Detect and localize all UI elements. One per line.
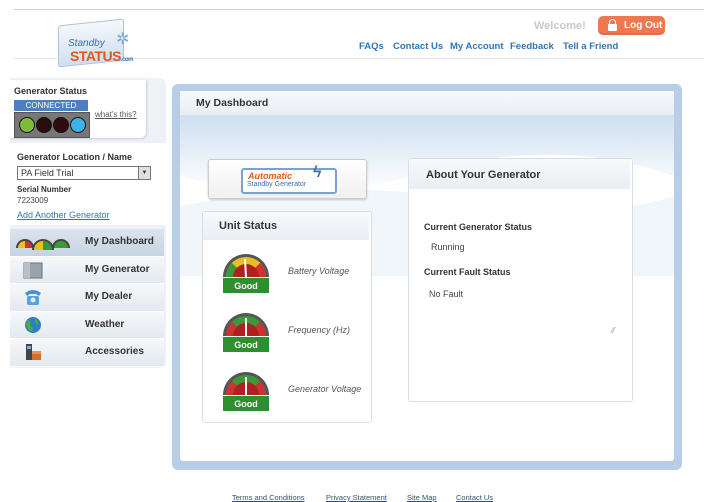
green-light-icon <box>19 117 35 133</box>
current-status-value: Running <box>431 242 465 252</box>
about-generator-card <box>408 158 633 402</box>
standby-status-logo[interactable]: Standby STATUS.com ✲ <box>56 18 133 68</box>
unit-status-title: Unit Status <box>219 220 278 232</box>
sidebar-menu: My Dashboard My Generator My Dealer Weat… <box>10 229 164 367</box>
nav-feedback[interactable]: Feedback <box>510 41 554 52</box>
gauge-status: Good <box>234 340 258 350</box>
gear-icon: ✲ <box>116 31 130 48</box>
telephone-icon <box>25 290 41 305</box>
red-light-icon <box>53 117 69 133</box>
sidebar-item-my-dealer[interactable]: My Dealer <box>10 284 164 312</box>
generator-icon <box>23 262 43 278</box>
status-lights <box>14 112 90 138</box>
logo-text-status: STATUS.com <box>70 48 133 64</box>
nav-my-account[interactable]: My Account <box>450 41 503 52</box>
dropdown-arrow-icon[interactable]: ▼ <box>138 167 150 179</box>
gauge-dial-icon: Good <box>223 372 269 411</box>
nav-tell-a-friend[interactable]: Tell a Friend <box>563 41 618 52</box>
battery-voltage-gauge: Good <box>221 245 271 295</box>
gauge-status: Good <box>234 281 258 291</box>
logout-button[interactable]: Log Out <box>598 16 665 35</box>
nav-contact-us[interactable]: Contact Us <box>393 41 443 52</box>
fault-status-label: Current Fault Status <box>424 267 511 277</box>
serial-number-value: 7223009 <box>17 196 49 205</box>
sidebar-item-label: Accessories <box>85 346 144 357</box>
logo-text-suffix: .com <box>120 57 134 63</box>
dashboard-gauges-icon <box>16 239 70 250</box>
globe-icon <box>25 316 41 333</box>
sidebar-item-label: My Generator <box>85 263 150 275</box>
page-title: My Dashboard <box>196 97 269 109</box>
lock-icon <box>608 19 617 31</box>
sidebar-item-label: Weather <box>85 318 125 330</box>
generator-status-label: Generator Status <box>14 86 88 96</box>
sidebar-item-accessories[interactable]: Accessories <box>10 339 164 367</box>
automatic-standby-generator-logo: Automatic Standby Generator ϟ <box>208 159 367 199</box>
battery-voltage-label: Battery Voltage <box>288 266 350 276</box>
resize-handle-icon[interactable]: ⁄⁄ <box>612 326 615 335</box>
fault-status-value: No Fault <box>429 289 464 299</box>
lightning-bolt-icon: ϟ <box>313 164 322 181</box>
location-select-value: PA Field Trial <box>21 168 74 178</box>
add-generator-link[interactable]: Add Another Generator <box>17 210 110 220</box>
sidebar-item-weather[interactable]: Weather <box>10 311 164 339</box>
footer-privacy-link[interactable]: Privacy Statement <box>326 493 387 502</box>
footer-contact-link[interactable]: Contact Us <box>456 493 493 502</box>
gauge-status: Good <box>234 399 258 409</box>
footer-site-map-link[interactable]: Site Map <box>407 493 437 502</box>
connected-badge: CONNECTED <box>14 100 88 111</box>
about-generator-title: About Your Generator <box>426 169 541 181</box>
serial-number-label: Serial Number <box>17 185 72 194</box>
frequency-label: Frequency (Hz) <box>288 325 351 335</box>
location-select[interactable]: PA Field Trial ▼ <box>17 166 151 180</box>
welcome-text: Welcome! <box>534 20 586 32</box>
sidebar-item-my-generator[interactable]: My Generator <box>10 256 164 284</box>
blue-light-icon <box>70 117 86 133</box>
whats-this-link[interactable]: what's this? <box>95 110 137 119</box>
auto-logo-text-automatic: Automatic <box>248 171 293 181</box>
logout-label: Log Out <box>624 20 663 31</box>
gauge-dial-icon: Good <box>223 313 269 352</box>
sidebar-item-label: My Dealer <box>85 291 133 302</box>
footer-terms-link[interactable]: Terms and Conditions <box>232 493 305 502</box>
auto-logo-frame: Automatic Standby Generator ϟ <box>241 164 337 194</box>
sidebar-item-label: My Dashboard <box>85 236 154 247</box>
sidebar-item-my-dashboard[interactable]: My Dashboard <box>10 229 164 257</box>
gauge-dial-icon: Good <box>223 254 269 293</box>
generator-voltage-label: Generator Voltage <box>288 384 362 394</box>
frequency-gauge: Good <box>221 304 271 354</box>
generator-voltage-gauge: Good <box>221 363 271 413</box>
logo-text-status-main: STATUS <box>70 48 121 64</box>
accessories-icon <box>26 344 41 360</box>
location-label: Generator Location / Name <box>17 152 133 162</box>
auto-logo-text-standby: Standby Generator <box>247 181 307 188</box>
red-light-icon <box>36 117 52 133</box>
nav-faqs[interactable]: FAQs <box>359 41 384 52</box>
current-status-label: Current Generator Status <box>424 222 533 232</box>
top-rule <box>14 9 704 10</box>
